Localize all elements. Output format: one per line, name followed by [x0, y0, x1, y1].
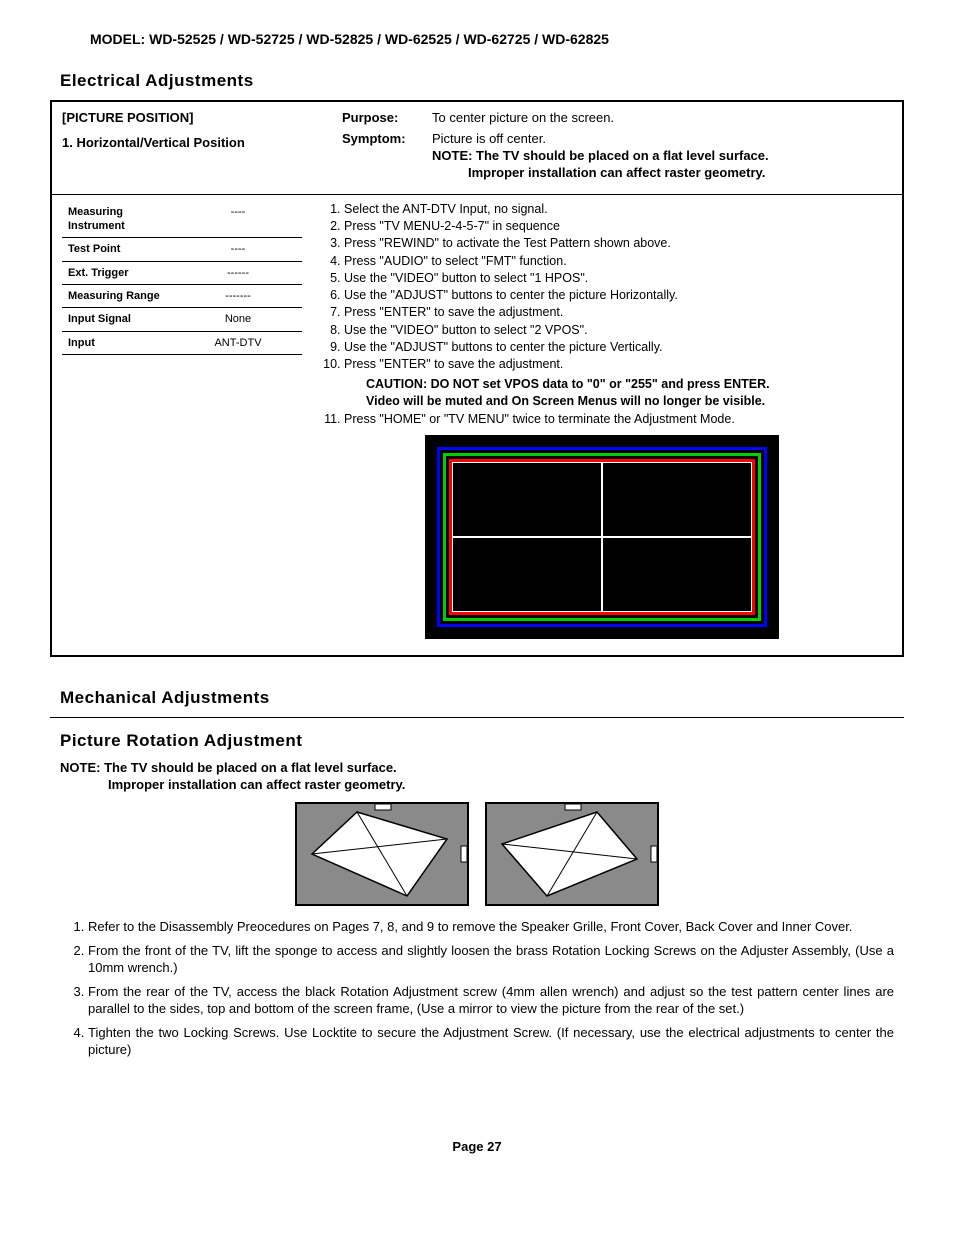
section-mechanical-adjustments: Mechanical Adjustments: [60, 687, 904, 709]
table-row: Measuring Range-------: [62, 285, 302, 308]
meas-val: ----: [174, 201, 302, 238]
meas-key: Input Signal: [62, 308, 174, 331]
purpose-value: To center picture on the screen.: [432, 110, 614, 127]
section-electrical-adjustments: Electrical Adjustments: [60, 70, 904, 92]
rotation-diagram-left: [295, 802, 469, 906]
meas-val: ----: [174, 238, 302, 261]
step-item: Press "ENTER" to save the adjustment.: [344, 304, 886, 320]
model-line: MODEL: WD-52525 / WD-52725 / WD-52825 / …: [90, 30, 904, 48]
divider: [50, 717, 904, 718]
table-row: Test Point----: [62, 238, 302, 261]
hv-position-heading: 1. Horizontal/Vertical Position: [62, 135, 322, 152]
procedure-steps: Select the ANT-DTV Input, no signal. Pre…: [312, 201, 902, 639]
caution-text-2: Video will be muted and On Screen Menus …: [366, 393, 886, 409]
meas-val: ANT-DTV: [174, 331, 302, 354]
note-text-1: The TV should be placed on a flat level …: [104, 760, 397, 775]
adjustment-box: [PICTURE POSITION] 1. Horizontal/Vertica…: [50, 100, 904, 657]
note-label: NOTE:: [60, 760, 100, 775]
step-item: Use the "ADJUST" buttons to center the p…: [344, 287, 886, 303]
step-item: Press "TV MENU-2-4-5-7" in sequence: [344, 218, 886, 234]
meas-val: -------: [174, 285, 302, 308]
mech-step-item: From the rear of the TV, access the blac…: [88, 983, 894, 1018]
note-text-2: Improper installation can affect raster …: [108, 777, 405, 792]
symptom-note2: Improper installation can affect raster …: [468, 165, 765, 180]
box-body: Measuring Instrument---- Test Point---- …: [52, 195, 902, 655]
rotation-diagram-right: [485, 802, 659, 906]
page-number: Page 27: [50, 1139, 904, 1156]
test-pattern-figure: [318, 435, 886, 639]
step-item: Use the "VIDEO" button to select "1 HPOS…: [344, 270, 886, 286]
section-picture-rotation: Picture Rotation Adjustment: [60, 730, 904, 752]
symptom-note1: NOTE: The TV should be placed on a flat …: [432, 148, 769, 163]
table-row: Measuring Instrument----: [62, 201, 302, 238]
step-item: Select the ANT-DTV Input, no signal.: [344, 201, 886, 217]
mech-step-item: From the front of the TV, lift the spong…: [88, 942, 894, 977]
symptom-label: Symptom:: [342, 131, 432, 182]
caution-text-1: CAUTION: DO NOT set VPOS data to "0" or …: [366, 376, 886, 392]
box-header: [PICTURE POSITION] 1. Horizontal/Vertica…: [52, 102, 902, 195]
meas-val: None: [174, 308, 302, 331]
meas-key: Measuring Instrument: [62, 201, 174, 238]
box-header-left: [PICTURE POSITION] 1. Horizontal/Vertica…: [52, 102, 332, 194]
step-item: Use the "ADJUST" buttons to center the p…: [344, 339, 886, 355]
step-item: Press "AUDIO" to select "FMT" function.: [344, 253, 886, 269]
table-row: Ext. Trigger------: [62, 261, 302, 284]
step-item: Press "HOME" or "TV MENU" twice to termi…: [344, 411, 886, 427]
meas-val: ------: [174, 261, 302, 284]
measurement-table: Measuring Instrument---- Test Point---- …: [62, 201, 302, 355]
meas-key: Measuring Range: [62, 285, 174, 308]
step-item: Use the "VIDEO" button to select "2 VPOS…: [344, 322, 886, 338]
purpose-row: Purpose: To center picture on the screen…: [342, 110, 892, 127]
table-row: InputANT-DTV: [62, 331, 302, 354]
symptom-value: Picture is off center.: [432, 131, 546, 146]
meas-key: Ext. Trigger: [62, 261, 174, 284]
table-row: Input SignalNone: [62, 308, 302, 331]
mech-step-item: Refer to the Disassembly Preocedures on …: [88, 918, 894, 936]
picture-position-heading: [PICTURE POSITION]: [62, 110, 322, 127]
mech-step-item: Tighten the two Locking Screws. Use Lock…: [88, 1024, 894, 1059]
mechanical-steps: Refer to the Disassembly Preocedures on …: [50, 918, 904, 1059]
box-header-right: Purpose: To center picture on the screen…: [332, 102, 902, 194]
meas-key: Test Point: [62, 238, 174, 261]
step-item: Press "ENTER" to save the adjustment.: [344, 356, 886, 372]
mechanical-note: NOTE: The TV should be placed on a flat …: [60, 760, 904, 794]
rotation-diagrams: [50, 802, 904, 906]
step-item: Press "REWIND" to activate the Test Patt…: [344, 235, 886, 251]
purpose-label: Purpose:: [342, 110, 432, 127]
meas-key: Input: [62, 331, 174, 354]
symptom-row: Symptom: Picture is off center. NOTE: Th…: [342, 131, 892, 182]
